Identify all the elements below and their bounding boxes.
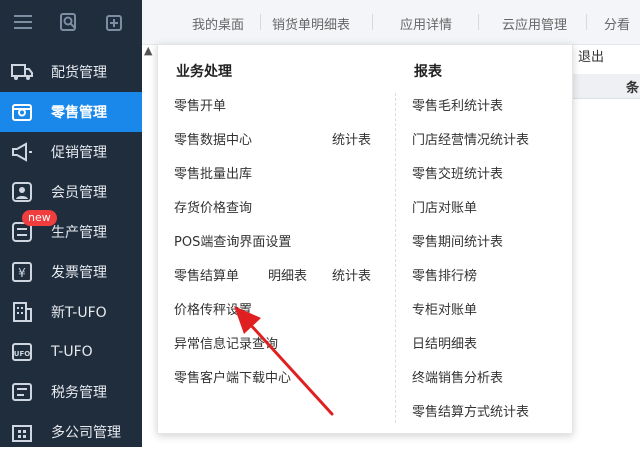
sidebar-item-label: 发票管理 bbox=[51, 265, 107, 281]
tab-separator bbox=[260, 14, 261, 30]
retail-icon bbox=[11, 101, 33, 123]
sidebar-item-label: 生产管理 bbox=[51, 225, 107, 241]
sidebar-item-label: 零售管理 bbox=[51, 105, 107, 121]
sidebar-item-tax[interactable]: 税务管理 bbox=[0, 372, 142, 412]
sidebar-item-label: 新T-UFO bbox=[51, 305, 107, 321]
sidebar: 配货管理 零售管理 促销管理 会员管理 生产管理 ¥ 发票管理 新T-UFO U… bbox=[0, 0, 142, 447]
add-doc-icon[interactable] bbox=[92, 0, 138, 44]
menu-item-retail-open[interactable]: 零售开单 bbox=[174, 95, 226, 114]
tab-more[interactable]: 分看 bbox=[604, 14, 630, 33]
menu-item-report[interactable]: 专柜对账单 bbox=[412, 299, 477, 318]
menu-item-retail-batch-out[interactable]: 零售批量出库 bbox=[174, 163, 252, 182]
megaphone-icon bbox=[11, 141, 33, 163]
menu-item-pos-query-ui[interactable]: POS端查询界面设置 bbox=[174, 231, 291, 250]
sidebar-item-multi-company[interactable]: 多公司管理 bbox=[0, 412, 142, 452]
business-section-title: 业务处理 bbox=[176, 64, 232, 80]
menu-item-detail-table[interactable]: 明细表 bbox=[268, 265, 307, 284]
menu-item-retail-settle[interactable]: 零售结算单 bbox=[174, 265, 239, 284]
menu-item-report[interactable]: 零售期间统计表 bbox=[412, 231, 503, 250]
menu-item-report[interactable]: 零售交班统计表 bbox=[412, 163, 503, 182]
sidebar-item-label: 多公司管理 bbox=[51, 425, 121, 441]
member-icon bbox=[11, 181, 33, 203]
menu-item-stat-table[interactable]: 统计表 bbox=[332, 265, 371, 284]
sidebar-item-member[interactable]: 会员管理 bbox=[0, 172, 142, 212]
sidebar-item-retail[interactable]: 零售管理 bbox=[0, 92, 142, 132]
menu-item-report[interactable]: 零售毛利统计表 bbox=[412, 95, 503, 114]
menu-divider bbox=[395, 93, 396, 423]
menu-item-report[interactable]: 零售结算方式统计表 bbox=[412, 401, 529, 420]
sidebar-item-label: 会员管理 bbox=[51, 185, 107, 201]
menu-item-report[interactable]: 门店经营情况统计表 bbox=[412, 129, 529, 148]
report-section-title: 报表 bbox=[414, 64, 442, 80]
chevron-up-icon[interactable]: ▲ bbox=[144, 44, 158, 58]
sidebar-item-promotion[interactable]: 促销管理 bbox=[0, 132, 142, 172]
menu-item-client-download[interactable]: 零售客户端下载中心 bbox=[174, 367, 291, 386]
retail-menu-panel: 业务处理 报表 零售开单 零售数据中心 统计表 零售批量出库 存货价格查询 PO… bbox=[157, 44, 573, 434]
tab-separator bbox=[372, 14, 373, 30]
tab-sales-detail[interactable]: 销货单明细表 bbox=[272, 14, 350, 33]
logout-link[interactable]: 退出 bbox=[578, 46, 604, 65]
menu-item-exception-query[interactable]: 异常信息记录查询 bbox=[174, 333, 278, 352]
sidebar-item-label: T-UFO bbox=[51, 344, 93, 360]
company-icon bbox=[11, 421, 33, 443]
search-doc-icon[interactable] bbox=[46, 0, 92, 44]
menu-item-report[interactable]: 零售排行榜 bbox=[412, 265, 477, 284]
building-icon bbox=[11, 301, 33, 323]
new-badge: new bbox=[22, 210, 57, 226]
sidebar-item-label: 配货管理 bbox=[51, 65, 107, 81]
sidebar-item-invoice[interactable]: ¥ 发票管理 bbox=[0, 252, 142, 292]
menu-item-stat-table[interactable]: 统计表 bbox=[332, 129, 371, 148]
column-header: 条 bbox=[626, 81, 640, 96]
menu-item-report[interactable]: 门店对账单 bbox=[412, 197, 477, 216]
tab-app-detail[interactable]: 应用详情 bbox=[400, 14, 452, 33]
menu-item-price-scale-setting[interactable]: 价格传秤设置 bbox=[174, 299, 252, 318]
ufo-icon: UFO bbox=[11, 341, 33, 363]
sidebar-item-tufo[interactable]: UFO T-UFO bbox=[0, 332, 142, 372]
tab-cloud-app[interactable]: 云应用管理 bbox=[502, 14, 567, 33]
menu-icon[interactable] bbox=[0, 0, 46, 44]
menu-item-stock-price-query[interactable]: 存货价格查询 bbox=[174, 197, 252, 216]
menu-item-report[interactable]: 日结明细表 bbox=[412, 333, 477, 352]
invoice-icon: ¥ bbox=[11, 261, 33, 283]
tab-separator bbox=[586, 14, 587, 30]
sidebar-item-label: 促销管理 bbox=[51, 145, 107, 161]
sidebar-item-distribution[interactable]: 配货管理 bbox=[0, 52, 142, 92]
table-header: 条 bbox=[572, 74, 640, 99]
tax-icon bbox=[11, 381, 33, 403]
tab-bar: 我的桌面 销货单明细表 应用详情 云应用管理 分看 bbox=[142, 0, 640, 45]
menu-item-retail-data-center[interactable]: 零售数据中心 bbox=[174, 129, 252, 148]
truck-icon bbox=[11, 61, 33, 83]
svg-text:UFO: UFO bbox=[14, 350, 30, 358]
tab-my-desktop[interactable]: 我的桌面 bbox=[192, 14, 244, 33]
sidebar-toolbar bbox=[0, 0, 142, 44]
tab-separator bbox=[478, 14, 479, 30]
sidebar-item-label: 税务管理 bbox=[51, 385, 107, 401]
sidebar-item-new-tufo[interactable]: 新T-UFO bbox=[0, 292, 142, 332]
menu-item-report[interactable]: 终端销售分析表 bbox=[412, 367, 503, 386]
svg-text:¥: ¥ bbox=[18, 266, 26, 280]
